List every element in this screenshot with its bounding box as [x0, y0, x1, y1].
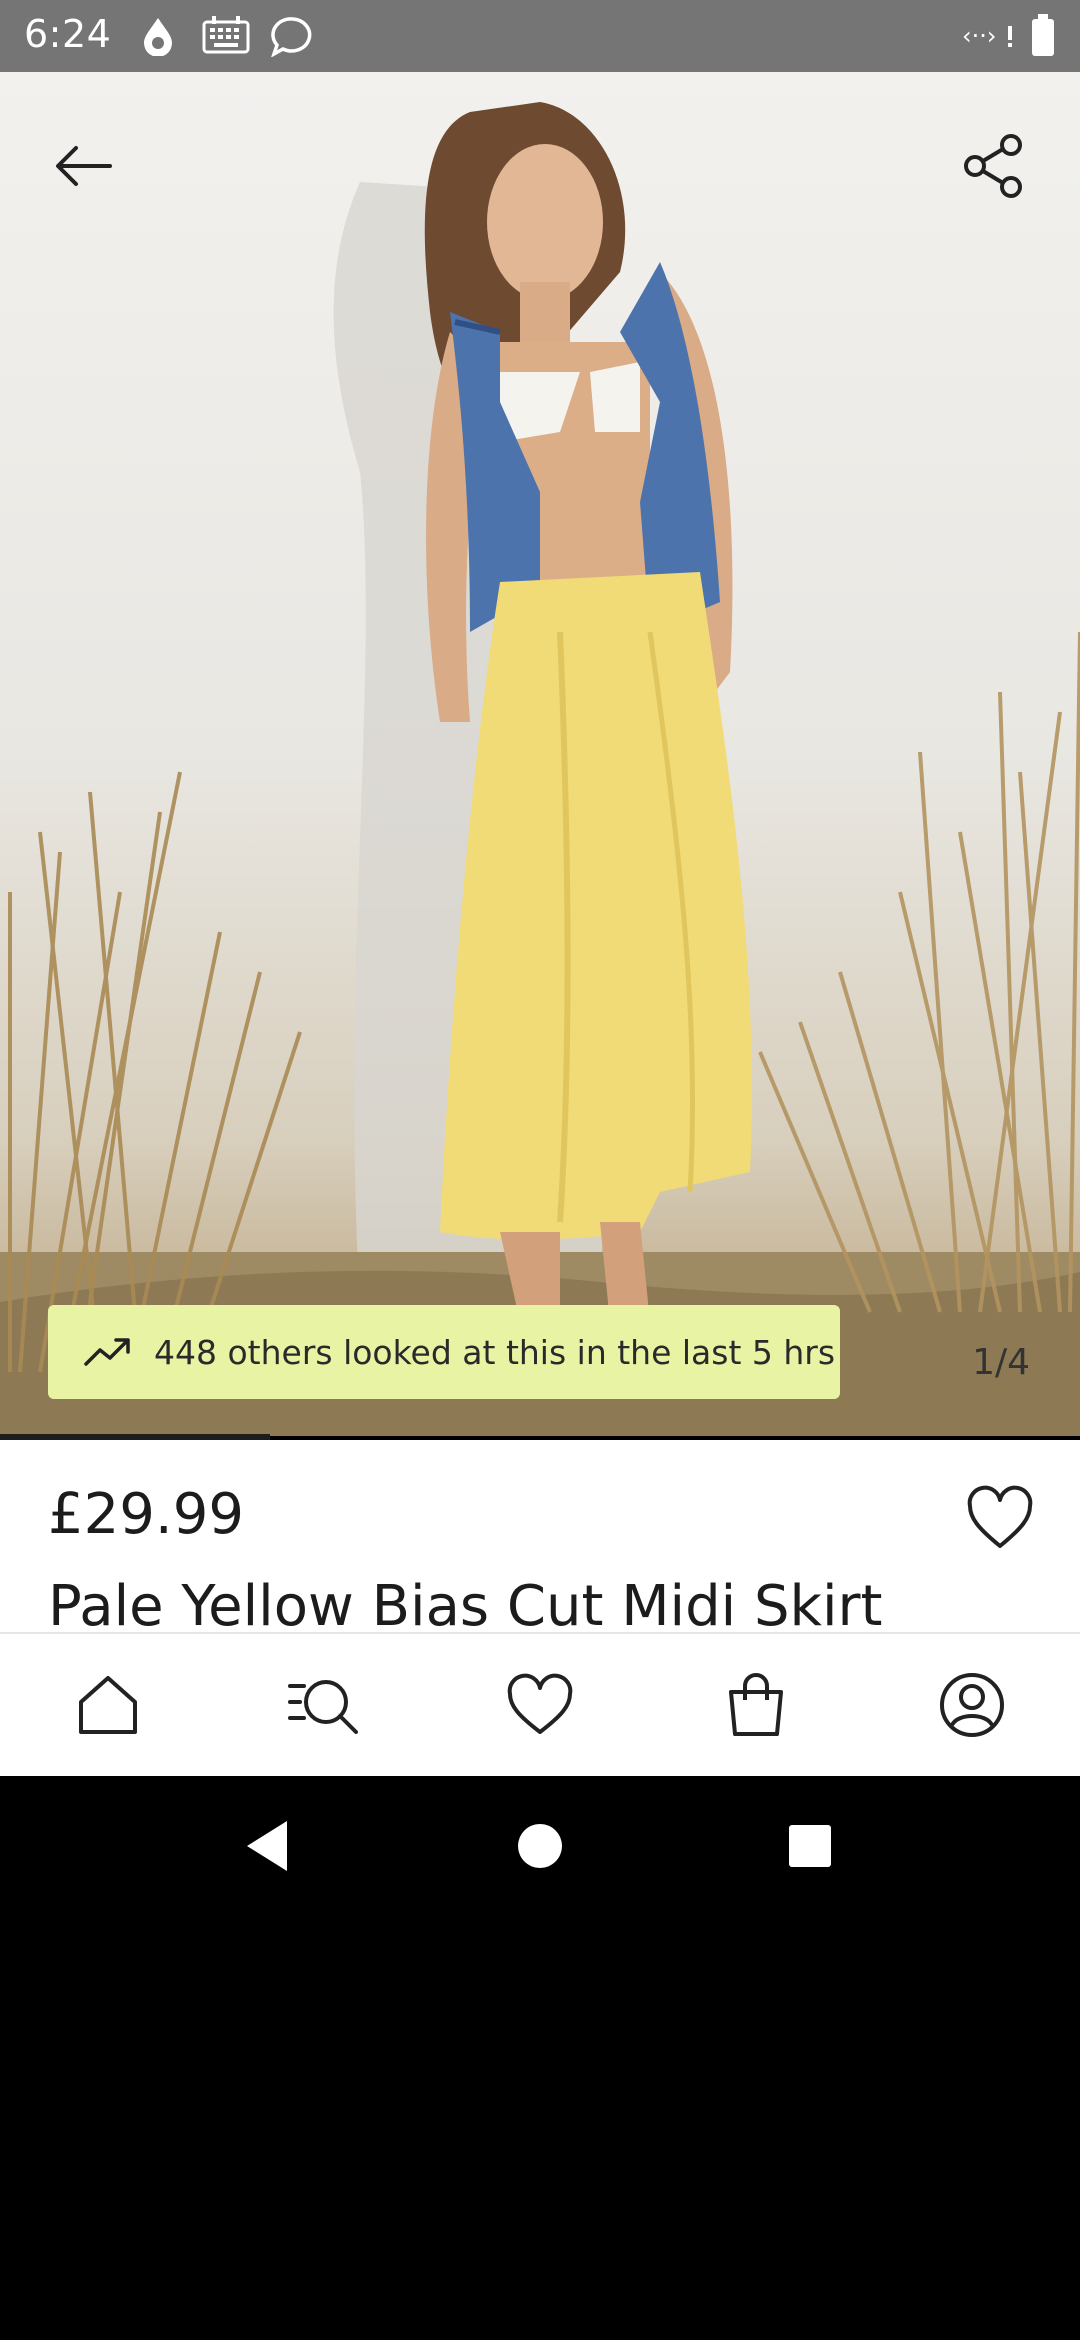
account-icon	[940, 1673, 1004, 1737]
triangle-back-icon	[247, 1821, 287, 1871]
product-image[interactable]: 448 others looked at this in the last 5 …	[0, 72, 1080, 1436]
search-icon	[288, 1680, 358, 1734]
back-button[interactable]	[36, 118, 132, 214]
status-bar: 6:24 ‹··›	[0, 0, 1080, 72]
system-home-button[interactable]	[500, 1806, 580, 1886]
product-details: £29.99 Pale Yellow Bias Cut Midi Skirt	[0, 1440, 1080, 1632]
system-navigation-bar	[0, 1776, 1080, 1916]
system-back-button[interactable]	[228, 1806, 308, 1886]
svg-text:‹··›: ‹··›	[962, 22, 996, 50]
wifi-calling-icon: ‹··›	[962, 14, 1014, 58]
product-title: Pale Yellow Bias Cut Midi Skirt	[48, 1574, 883, 1632]
bottom-navigation	[0, 1632, 1080, 1776]
share-icon	[964, 134, 1022, 198]
shopping-bag-icon	[729, 1673, 783, 1736]
keyboard-icon	[202, 14, 250, 58]
circle-home-icon	[518, 1824, 562, 1868]
popularity-banner: 448 others looked at this in the last 5 …	[48, 1305, 840, 1399]
nav-wishlist[interactable]	[432, 1634, 648, 1776]
heart-icon	[507, 1673, 573, 1734]
product-photo	[0, 102, 1080, 1436]
nav-search[interactable]	[216, 1634, 432, 1776]
status-time: 6:24	[24, 12, 112, 56]
square-recents-icon	[789, 1825, 831, 1867]
image-counter: 1/4	[972, 1342, 1030, 1383]
heart-icon	[967, 1485, 1033, 1548]
share-button[interactable]	[946, 118, 1042, 214]
arrow-left-icon	[56, 146, 112, 186]
nav-bag[interactable]	[648, 1634, 864, 1776]
water-drop-icon	[140, 14, 176, 58]
product-price: £29.99	[48, 1482, 244, 1547]
wishlist-button[interactable]	[964, 1484, 1036, 1556]
home-icon	[79, 1676, 137, 1734]
system-recents-button[interactable]	[770, 1806, 850, 1886]
nav-home[interactable]	[0, 1634, 216, 1776]
battery-icon	[1030, 14, 1056, 58]
nav-account[interactable]	[864, 1634, 1080, 1776]
popularity-text: 448 others looked at this in the last 5 …	[154, 1332, 836, 1372]
trending-up-icon	[84, 1338, 130, 1366]
chat-bubble-icon	[270, 14, 316, 58]
